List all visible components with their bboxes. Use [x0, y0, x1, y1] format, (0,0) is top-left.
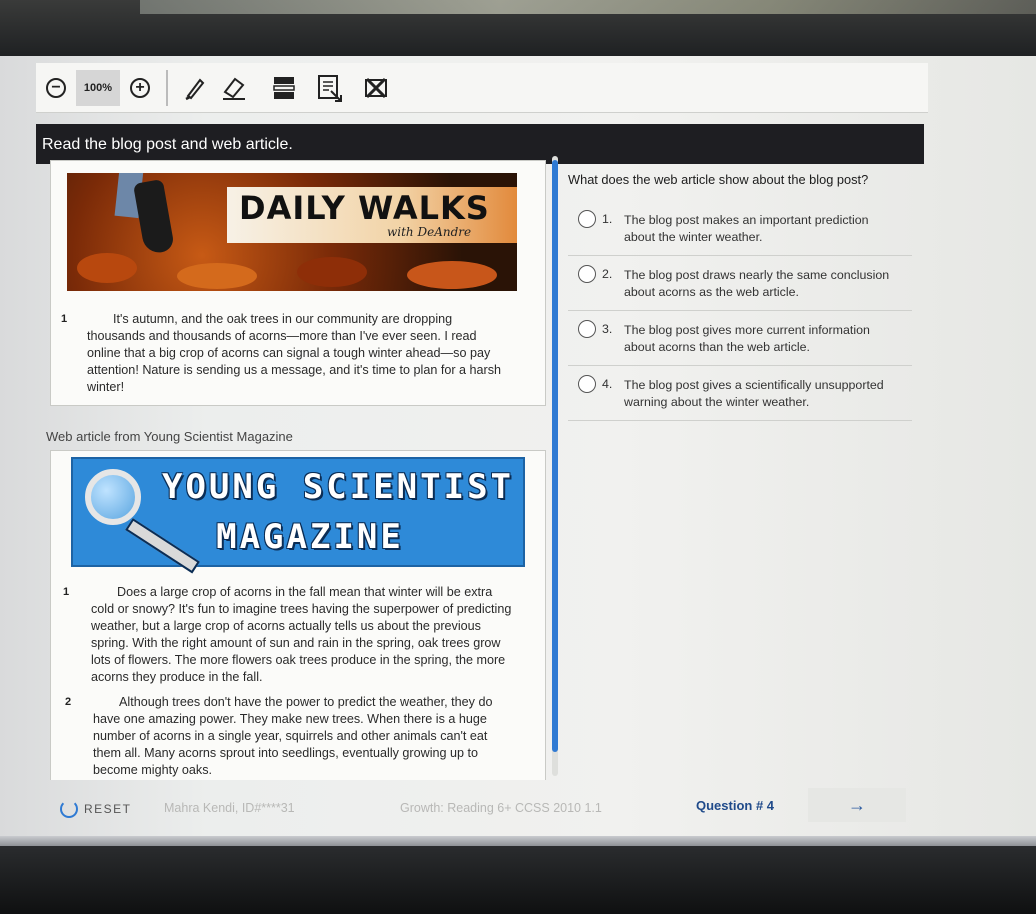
directions-text: Read the blog post and web article.	[42, 136, 293, 153]
toolbar-divider	[166, 69, 168, 106]
paragraph-number: 1	[63, 586, 70, 598]
article-paragraph-line: Although trees don't have the power to p…	[119, 695, 493, 709]
pen-icon	[185, 77, 205, 100]
article-paragraph-line: Does a large crop of acorns in the fall …	[117, 585, 493, 599]
choice-number: 2.	[602, 267, 613, 281]
web-article-label: Web article from Young Scientist Magazin…	[46, 429, 293, 444]
line-reader-icon	[273, 76, 295, 99]
blog-paragraph-line: attention! Nature is sending us a messag…	[87, 363, 502, 377]
article-paragraph-line: lots of flowers. The more flowers oak tr…	[91, 653, 506, 667]
choice-text-line: The blog post gives a scientifically uns…	[624, 378, 884, 392]
blog-banner-title: DAILY WALKS	[239, 189, 490, 227]
radio-button[interactable]	[578, 320, 596, 338]
directions-bar: Read the blog post and web article.	[36, 124, 924, 164]
magazine-banner-image: YOUNG SCIENTIST MAGAZINE	[71, 457, 525, 574]
zoom-out-icon: −	[46, 77, 66, 98]
choice-text: The blog post gives a scientifically uns…	[624, 377, 910, 411]
choice-text-line: about acorns than the web article.	[624, 340, 810, 354]
toolbar: − 100% +	[36, 63, 928, 113]
eraser-icon	[223, 77, 245, 100]
choice-text: The blog post draws nearly the same conc…	[624, 267, 910, 301]
answer-choice-2[interactable]: 2. The blog post draws nearly the same c…	[568, 257, 912, 311]
article-paragraph-line: spring. With the right amount of sun and…	[91, 636, 501, 650]
cross-out-button[interactable]	[356, 68, 396, 108]
answer-choice-4[interactable]: 4. The blog post gives a scientifically …	[568, 367, 912, 421]
choice-text-line: about the winter weather.	[624, 230, 763, 244]
zoom-out-button[interactable]: −	[36, 68, 76, 108]
zoom-level: 100%	[76, 69, 120, 106]
blog-post-passage: DAILY WALKS with DeAndre 1 It's autumn, …	[50, 160, 546, 406]
screen-bottom-edge	[0, 836, 1036, 846]
eraser-tool-button[interactable]	[214, 68, 254, 108]
standard-info: Growth: Reading 6+ CCSS 2010 1.1	[400, 801, 602, 815]
choice-number: 3.	[602, 322, 613, 336]
next-button[interactable]: →	[808, 788, 906, 822]
radio-button[interactable]	[578, 375, 596, 393]
blog-paragraph-line: thousands and thousands of acorns—more t…	[87, 329, 477, 343]
article-paragraph-line: become mighty oaks.	[93, 763, 212, 777]
choice-text-line: The blog post gives more current informa…	[624, 323, 870, 337]
blog-banner-subtitle: with DeAndre	[387, 225, 472, 239]
choice-text: The blog post makes an important predict…	[624, 212, 910, 246]
cross-out-icon	[365, 77, 387, 98]
article-paragraph-line: acorns they produce in the fall.	[91, 670, 263, 684]
zoom-in-icon: +	[130, 77, 150, 98]
answer-choice-1[interactable]: 1. The blog post makes an important pred…	[568, 202, 912, 256]
article-paragraph-line: weather, but a large crop of acorns actu…	[91, 619, 481, 633]
paragraph-number: 1	[61, 313, 68, 325]
radio-button[interactable]	[578, 265, 596, 283]
reset-icon	[60, 800, 78, 818]
answer-masking-icon	[318, 74, 342, 102]
choice-text-line: about acorns as the web article.	[624, 285, 799, 299]
line-reader-button[interactable]	[264, 68, 304, 108]
blog-paragraph-line: winter!	[87, 380, 125, 394]
monitor-bezel-bottom	[0, 846, 1036, 914]
magazine-title-line1: YOUNG SCIENTIST	[161, 467, 515, 507]
choice-number: 4.	[602, 377, 613, 391]
reset-button[interactable]: RESET	[60, 800, 132, 818]
answer-choice-3[interactable]: 3. The blog post gives more current info…	[568, 312, 912, 366]
choice-text: The blog post gives more current informa…	[624, 322, 910, 356]
article-paragraph-line: number of acorns in a single year, squir…	[93, 729, 488, 743]
reset-label: RESET	[84, 802, 132, 816]
article-paragraph-line: cold or snowy? It's fun to imagine trees…	[91, 602, 512, 616]
student-info: Mahra Kendi, ID#****31	[164, 801, 295, 815]
choice-number: 1.	[602, 212, 613, 226]
test-screen: − 100% + Read the blog post and web arti…	[0, 56, 1036, 846]
footer-bar: RESET Mahra Kendi, ID#****31 Growth: Rea…	[44, 780, 914, 840]
pen-tool-button[interactable]	[174, 68, 214, 108]
article-paragraph-line: them all. Many acorns sprout into seedli…	[93, 746, 479, 760]
choice-text-line: warning about the winter weather.	[624, 395, 810, 409]
zoom-in-button[interactable]: +	[120, 68, 160, 108]
answer-masking-button[interactable]	[310, 68, 350, 108]
choice-text-line: The blog post makes an important predict…	[624, 213, 869, 227]
radio-button[interactable]	[578, 210, 596, 228]
article-paragraph-line: have one amazing power. They make new tr…	[93, 712, 487, 726]
blog-paragraph-line: online that a big crop of acorns can sig…	[87, 346, 491, 360]
choice-text-line: The blog post draws nearly the same conc…	[624, 268, 890, 282]
magazine-title-line2: MAGAZINE	[216, 517, 404, 557]
monitor-bezel-top	[0, 0, 1036, 60]
web-article-passage: YOUNG SCIENTIST MAGAZINE 1 Does a large …	[50, 450, 546, 780]
blog-paragraph-line: It's autumn, and the oak trees in our co…	[113, 312, 453, 326]
question-stem: What does the web article show about the…	[568, 172, 869, 187]
blog-banner-image: DAILY WALKS with DeAndre	[67, 173, 517, 291]
question-number: Question # 4	[696, 798, 775, 813]
paragraph-number: 2	[65, 696, 72, 708]
passage-scrollbar-thumb[interactable]	[552, 160, 558, 752]
arrow-right-icon: →	[848, 794, 866, 815]
